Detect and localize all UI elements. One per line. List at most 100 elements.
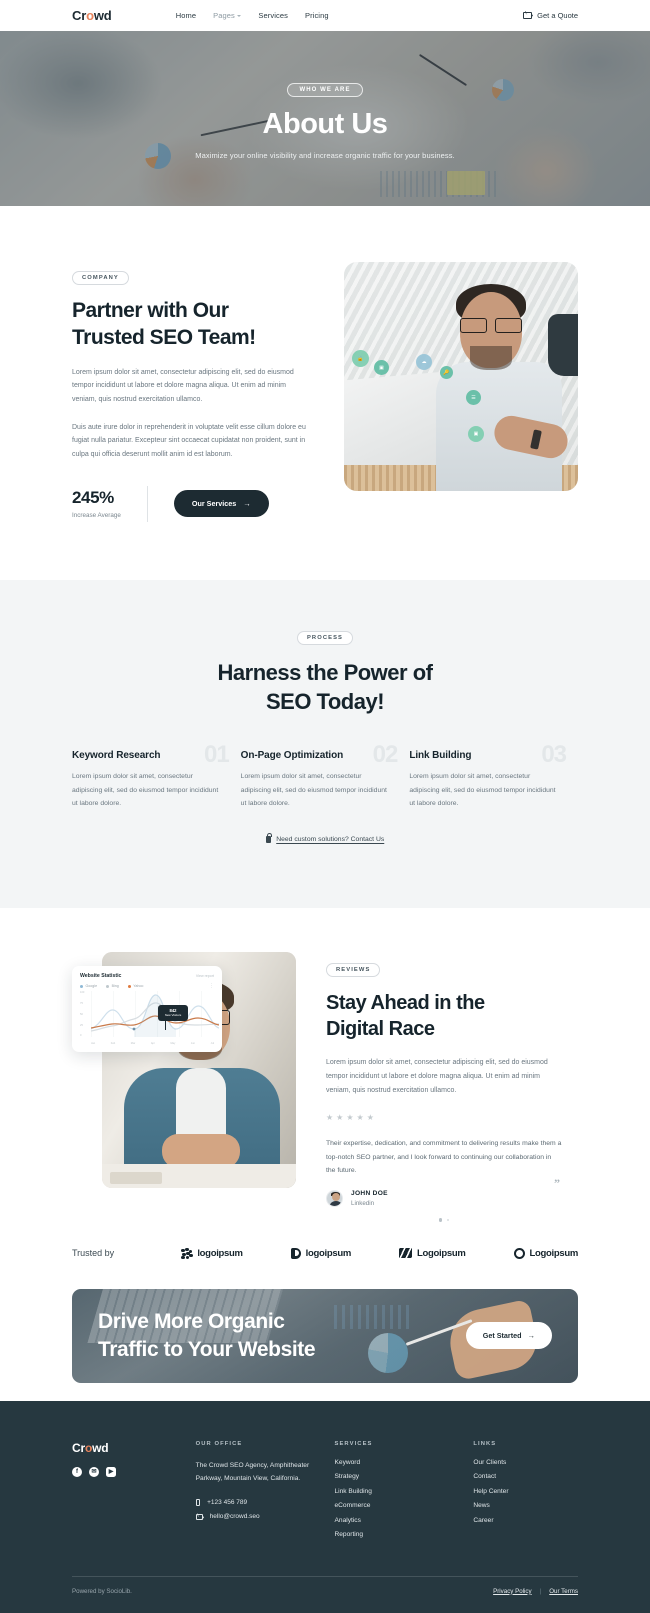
privacy-policy-link[interactable]: Privacy Policy	[493, 1588, 532, 1595]
footer-office-column: OUR OFFICE The Crowd SEO Agency, Amphith…	[195, 1441, 335, 1546]
arrow-right-icon: →	[527, 1330, 536, 1340]
footer-link-analytics[interactable]: Analytics	[335, 1517, 474, 1524]
our-services-label: Our Services	[191, 499, 237, 509]
x-tick: May	[170, 1042, 176, 1046]
footer-email-value: hello@crowd.seo	[209, 1513, 260, 1521]
cta-title-line2: Traffic to Your Website	[98, 1337, 316, 1361]
carousel-dot[interactable]	[447, 1218, 450, 1221]
footer-phone-value: +123 456 789	[207, 1499, 248, 1507]
nav-item-pricing[interactable]: Pricing	[305, 11, 329, 20]
site-logo[interactable]: Crowd	[72, 8, 112, 23]
nav-item-pages[interactable]: Pages	[213, 11, 242, 20]
get-a-quote-label: Get a Quote	[537, 11, 578, 20]
client-logo-2: logoipsum	[290, 1247, 352, 1259]
floating-icon-cloud: ☁	[416, 354, 432, 370]
tooltip-label: New Visitors	[164, 1013, 182, 1018]
client-logo-label: Logoipsum	[417, 1247, 466, 1259]
process-title-line1: Harness the Power of	[217, 659, 433, 685]
get-started-button[interactable]: Get Started →	[465, 1322, 552, 1350]
process-step: 03 Link Building Lorem ipsum dolor sit a…	[409, 741, 578, 811]
footer-bottom-bar: Powered by SocioLib. Privacy Policy | Ou…	[72, 1577, 578, 1595]
nav-item-home[interactable]: Home	[176, 11, 196, 20]
reviews-badge: REVIEWS	[326, 963, 381, 978]
partner-title-line2: Trusted SEO Team!	[72, 325, 256, 349]
step-text: Lorem ipsum dolor sit amet, consectetur …	[409, 773, 556, 808]
phone-icon	[195, 1498, 201, 1507]
testimonial-quote: Their expertise, dedication, and commitm…	[326, 1140, 562, 1174]
footer-brand: Crowd f ✉ ▶	[72, 1441, 196, 1546]
footer-link-help-center[interactable]: Help Center	[473, 1488, 578, 1495]
footer-logo[interactable]: Crowd	[72, 1441, 196, 1455]
footer-contact: +123 456 789 hello@crowd.seo	[195, 1498, 335, 1521]
x-tick: Jul	[210, 1042, 214, 1046]
process-step: 02 On-Page Optimization Lorem ipsum dolo…	[241, 741, 410, 811]
legend-label: Google	[85, 984, 98, 989]
legend-label: Yahoo	[133, 984, 144, 989]
x-tick: Mar	[130, 1042, 136, 1046]
process-title-line2: SEO Today!	[265, 688, 385, 714]
stripes-mark-icon	[399, 1248, 412, 1259]
kebab-menu-icon[interactable]: ⋮	[209, 983, 214, 988]
client-logo-1: logoipsum	[181, 1247, 243, 1259]
twitter-icon[interactable]: ✉	[89, 1466, 99, 1477]
x-tick: Apr	[150, 1042, 155, 1046]
footer-link-ecommerce[interactable]: eCommerce	[335, 1502, 474, 1509]
facebook-icon[interactable]: f	[72, 1466, 82, 1477]
logo-text-1: Cr	[72, 8, 87, 23]
footer-link-news[interactable]: News	[473, 1502, 578, 1509]
cta-pie-decor	[368, 1332, 408, 1373]
footer-link-career[interactable]: Career	[473, 1517, 578, 1524]
youtube-icon[interactable]: ▶	[106, 1466, 116, 1477]
arrow-right-icon: →	[243, 498, 251, 508]
ring-mark-icon	[513, 1247, 525, 1259]
contact-us-link[interactable]: Need custom solutions? Contact Us	[265, 832, 385, 844]
carousel-dot-active[interactable]	[438, 1218, 443, 1222]
footer-link-reporting[interactable]: Reporting	[335, 1531, 474, 1538]
footer-links-list: Our Clients Contact Help Center News Car…	[473, 1459, 578, 1524]
footer-link-contact[interactable]: Contact	[473, 1473, 578, 1480]
partner-badge: COMPANY	[72, 271, 129, 285]
powered-by-prefix: Powered by	[72, 1587, 107, 1595]
footer-link-our-clients[interactable]: Our Clients	[473, 1459, 578, 1466]
x-tick: Jun	[190, 1042, 196, 1046]
partner-photo: 🔒 ▣ ☁ 🔑 ☰ ▣	[344, 262, 578, 491]
client-logo-label: logoipsum	[197, 1247, 243, 1259]
website-statistic-card: Website Statistic View report Google Bin…	[72, 966, 222, 1053]
client-logos: logoipsum logoipsum Logoipsum Logoipsum	[181, 1247, 578, 1259]
our-terms-link[interactable]: Our Terms	[549, 1588, 578, 1595]
y-tick: 100	[80, 991, 85, 995]
hero-badge: WHO WE ARE	[287, 82, 363, 97]
stat-card-link[interactable]: View report	[196, 974, 214, 978]
star-icon: ★	[346, 1113, 354, 1123]
avatar	[326, 1190, 343, 1208]
step-index: 03	[541, 741, 567, 769]
partner-image-column: 🔒 ▣ ☁ 🔑 ☰ ▣	[344, 262, 578, 491]
star-icon: ★	[336, 1113, 344, 1123]
get-a-quote-button[interactable]: Get a Quote	[523, 11, 578, 20]
contact-us-label: Need custom solutions? Contact Us	[276, 836, 385, 844]
nav-item-services[interactable]: Services	[258, 11, 288, 20]
cta-banner: Drive More Organic Traffic to Your Websit…	[72, 1288, 578, 1383]
partner-stats-row: 245% Increase Average Our Services →	[72, 485, 310, 522]
stat-card-header: Website Statistic View report	[80, 973, 214, 979]
nav-item-pages-label: Pages	[213, 11, 235, 20]
footer-link-keyword[interactable]: Keyword	[335, 1459, 474, 1466]
footer-phone[interactable]: +123 456 789	[195, 1498, 335, 1507]
our-services-button[interactable]: Our Services →	[173, 490, 269, 518]
mail-icon	[195, 1514, 203, 1520]
footer-logo-text-1: Cr	[72, 1440, 85, 1455]
footer-link-strategy[interactable]: Strategy	[335, 1473, 474, 1480]
step-text: Lorem ipsum dolor sit amet, consectetur …	[72, 773, 219, 808]
half-circle-mark-icon	[290, 1247, 301, 1259]
hero-content: WHO WE ARE About Us Maximize your online…	[195, 78, 455, 160]
x-tick: Feb	[110, 1042, 116, 1046]
floating-icon-key: 🔑	[440, 366, 453, 379]
footer-link-link-building[interactable]: Link Building	[335, 1488, 474, 1495]
logo-text-2: wd	[93, 8, 112, 23]
footer-email[interactable]: hello@crowd.seo	[195, 1513, 335, 1521]
powered-by-brand[interactable]: SocioLib.	[106, 1588, 131, 1595]
quote-mark-icon: ”	[554, 1176, 560, 1191]
client-logo-label: logoipsum	[305, 1247, 352, 1259]
floating-icon-server: ☰	[466, 390, 481, 405]
chart-y-axis: 100 75 50 25 0	[80, 991, 91, 1037]
